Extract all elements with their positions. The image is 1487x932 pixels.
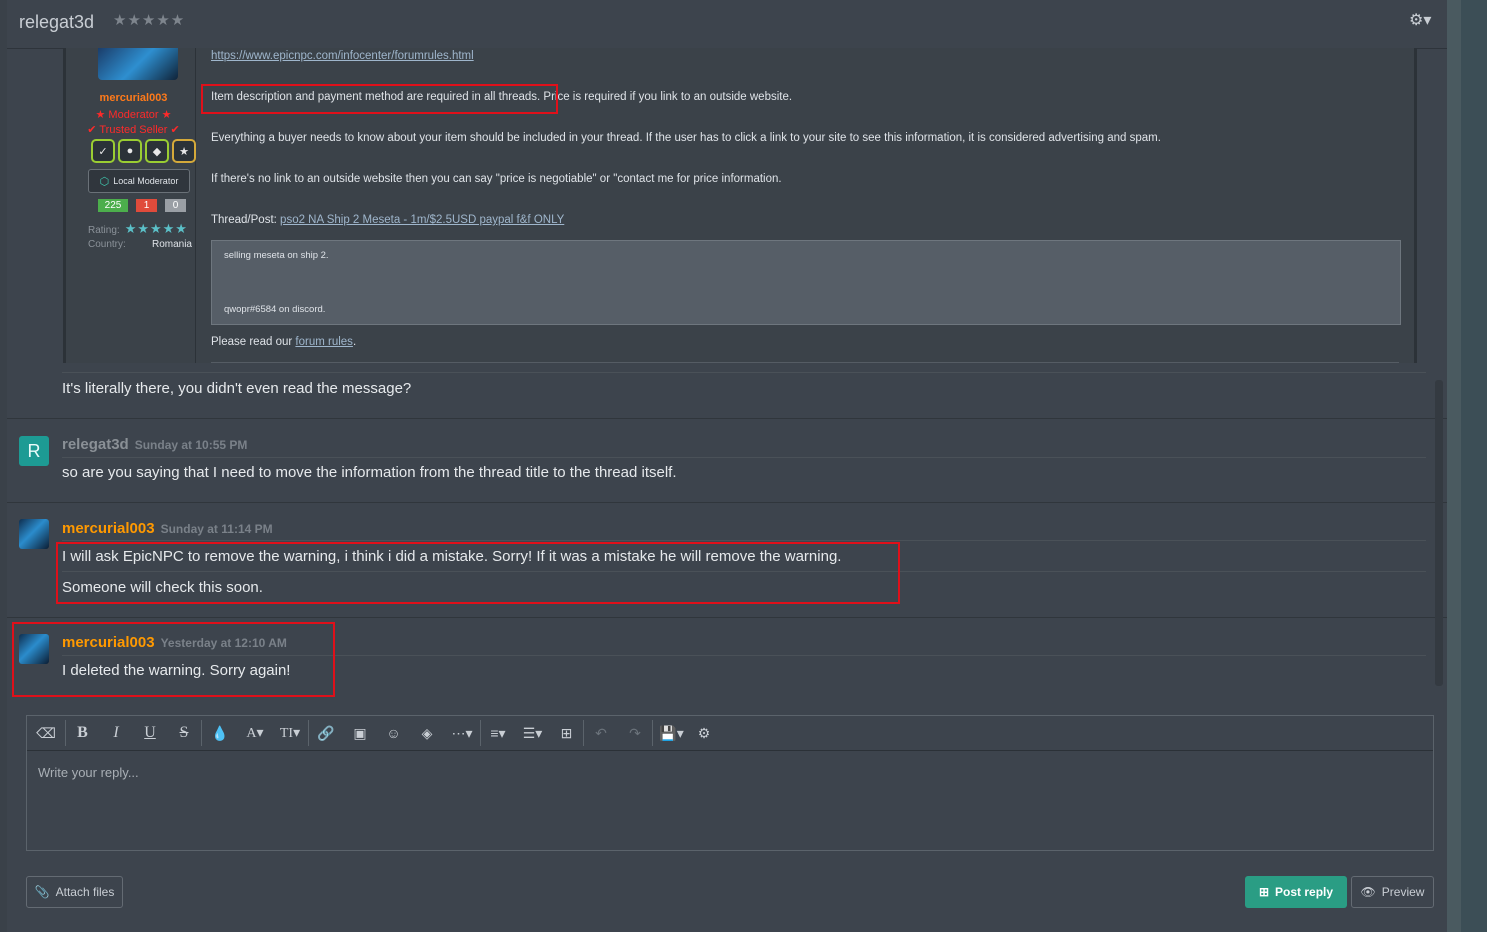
editor-toolbar: ⌫ B I U S 💧 A▾ TI▾ 🔗 ▣ ☺ ◈ ⋯▾ ≡▾ ☰▾ ⊞ ↶ … [27, 716, 1433, 751]
post-reply-button[interactable]: ⊞ Post reply [1245, 876, 1347, 908]
color-icon[interactable]: 💧 [202, 716, 238, 750]
neutral-count[interactable]: 0 [165, 199, 186, 212]
forum-rules-link[interactable]: forum rules [295, 336, 353, 348]
link-icon[interactable]: 🔗 [309, 716, 343, 750]
check-badge-icon: ✓ [91, 139, 115, 163]
rule-line-2: Everything a buyer needs to know about y… [211, 132, 1161, 144]
user-country: Country: Romania [88, 239, 192, 250]
conversation-header: relegat3d ★★★★★ ⚙▾ [7, 0, 1447, 49]
star-user-badge-icon: ★ [172, 139, 196, 163]
conversation-panel: relegat3d ★★★★★ ⚙▾ mercurial003 ★ Modera… [7, 0, 1447, 932]
undo-icon[interactable]: ↶ [584, 716, 618, 750]
quote-username[interactable]: mercurial003 [72, 92, 195, 104]
rules-url-link[interactable]: https://www.epicnpc.com/infocenter/forum… [211, 50, 474, 62]
avatar[interactable]: R [19, 436, 49, 466]
highlight-box [56, 542, 900, 604]
highlight-box [12, 622, 335, 697]
shield-icon: ⬡ [99, 175, 110, 188]
inner-quote: selling meseta on ship 2. qwopr#6584 on … [211, 240, 1401, 325]
message-text: It's literally there, you didn't even re… [62, 380, 412, 397]
underline-icon[interactable]: U [133, 716, 167, 750]
eraser-icon[interactable]: ⌫ [27, 720, 66, 746]
negative-count[interactable]: 1 [136, 199, 157, 212]
eye-icon: 👁 [1360, 885, 1376, 899]
strike-icon[interactable]: S [167, 720, 202, 746]
post-username[interactable]: relegat3d [62, 436, 129, 453]
rule-line-3: If there's no link to an outside website… [211, 173, 782, 185]
inner-quote-line: selling meseta on ship 2. [224, 250, 329, 261]
post-timestamp[interactable]: Sunday at 11:14 PM [161, 522, 273, 536]
attach-files-button[interactable]: 📎 Attach files [26, 876, 123, 908]
rating-stars-icon: ★★★★★ [124, 221, 188, 236]
post-timestamp[interactable]: Sunday at 10:55 PM [135, 438, 248, 452]
preview-button[interactable]: 👁 Preview [1351, 876, 1434, 908]
moderator-banner: ★ Moderator ★ [95, 109, 172, 121]
post-header: relegat3d Sunday at 10:55 PM [62, 436, 247, 453]
avatar[interactable] [19, 519, 49, 549]
feedback-counts: 225 1 0 [98, 199, 186, 212]
highlight-box [201, 84, 558, 114]
quote-user-info: mercurial003 ★ Moderator ★ ✔ Trusted Sel… [72, 48, 196, 363]
image-icon[interactable]: ▣ [343, 716, 377, 750]
avatar[interactable] [98, 48, 178, 80]
text-style-icon[interactable]: TI▾ [272, 720, 309, 746]
user-rating: Rating: ★★★★★ [88, 221, 188, 236]
drafts-icon[interactable]: 💾▾ [653, 716, 690, 750]
redo-icon[interactable]: ↷ [618, 720, 653, 746]
post-header: mercurial003 Sunday at 11:14 PM [62, 520, 273, 537]
media-icon[interactable]: ◈ [410, 716, 444, 750]
positive-count[interactable]: 225 [98, 199, 128, 212]
scrollbar[interactable] [1435, 380, 1443, 686]
font-size-icon[interactable]: A▾ [238, 716, 272, 750]
table-icon[interactable]: ⊞ [550, 720, 584, 746]
gear-icon[interactable]: ⚙▾ [1409, 10, 1431, 30]
thread-post-line: Thread/Post: pso2 NA Ship 2 Meseta - 1m/… [211, 214, 565, 226]
message-text: so are you saying that I need to move th… [62, 464, 677, 481]
more-icon[interactable]: ⋯▾ [444, 720, 481, 746]
trophy-badges: ✓ ● ◆ ★ [91, 139, 196, 163]
italic-icon[interactable]: I [99, 716, 133, 750]
paperclip-icon: 📎 [34, 885, 50, 899]
settings-icon[interactable]: ⚙ [690, 716, 718, 750]
list-icon[interactable]: ☰▾ [515, 716, 550, 750]
page-right-edge [1447, 0, 1487, 932]
bold-icon[interactable]: B [66, 716, 99, 750]
local-moderator-badge: ⬡ Local Moderator [88, 169, 190, 193]
post-username[interactable]: mercurial003 [62, 520, 155, 537]
align-icon[interactable]: ≡▾ [481, 716, 515, 750]
reply-editor: ⌫ B I U S 💧 A▾ TI▾ 🔗 ▣ ☺ ◈ ⋯▾ ≡▾ ☰▾ ⊞ ↶ … [26, 715, 1434, 851]
trusted-seller-banner: ✔ Trusted Seller ✔ [87, 124, 180, 136]
smilie-icon[interactable]: ☺ [377, 716, 410, 750]
rating-stars-icon: ★★★★★ [113, 12, 186, 29]
inner-quote-line: qwopr#6584 on discord. [224, 304, 326, 315]
conversation-title[interactable]: relegat3d [19, 12, 94, 33]
read-rules-line: Please read our forum rules. [211, 336, 357, 348]
thread-link[interactable]: pso2 NA Ship 2 Meseta - 1m/$2.5USD paypa… [280, 214, 564, 226]
plus-square-icon: ⊞ [1258, 885, 1270, 899]
reply-input[interactable]: Write your reply... [38, 765, 139, 780]
user-badge-icon: ● [118, 139, 142, 163]
shield-badge-icon: ◆ [145, 139, 169, 163]
